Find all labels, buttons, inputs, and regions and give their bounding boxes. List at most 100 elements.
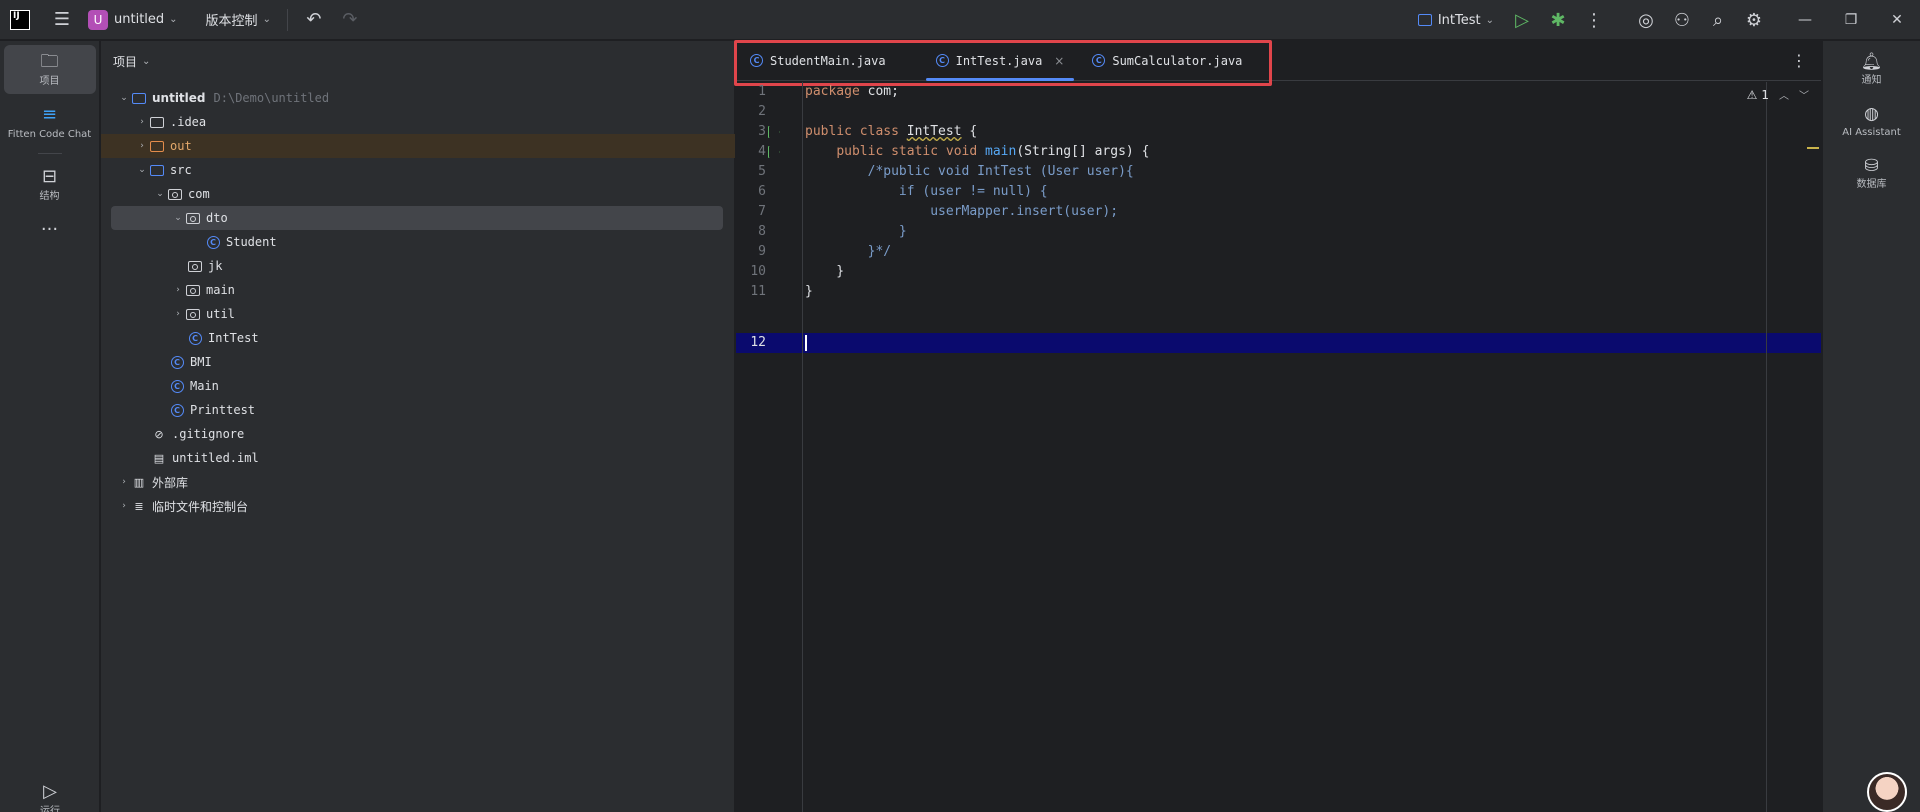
redo-icon[interactable]: ↷ — [332, 4, 368, 36]
expand-arrow-icon[interactable]: ⌄ — [117, 93, 131, 103]
undo-icon[interactable]: ↶ — [296, 4, 332, 36]
scratches-icon: ≣ — [134, 499, 144, 513]
expand-arrow-icon[interactable]: ⌄ — [171, 213, 185, 223]
code-line-7: userMapper.insert(user); — [805, 204, 1119, 219]
package-icon — [187, 259, 203, 273]
tree-item-jk[interactable]: jk — [187, 254, 222, 278]
collapse-arrow-icon[interactable]: › — [135, 117, 149, 127]
tree-item-printtest[interactable]: C Printtest — [169, 398, 255, 422]
code-token: IntTest — [906, 124, 962, 139]
tool-run[interactable]: ▷ 运行 — [4, 775, 96, 812]
tree-item-out[interactable]: › out — [101, 134, 735, 158]
project-panel: 项目 ⌄ ⌄ untitled D:\Demo\untitled › .idea… — [101, 41, 735, 812]
more-actions-icon[interactable]: ⋮ — [1576, 4, 1612, 36]
search-icon[interactable]: ⌕ — [1700, 4, 1736, 36]
tree-item-idea[interactable]: › .idea — [135, 110, 206, 134]
ai-spiral-icon[interactable]: ◎ — [1628, 4, 1664, 36]
tool-fitten-code-chat[interactable]: ≡ Fitten Code Chat — [4, 98, 96, 147]
tree-label: dto — [206, 211, 228, 225]
tree-label: BMI — [190, 355, 212, 369]
collapse-arrow-icon[interactable]: › — [135, 141, 149, 151]
tab-more-icon[interactable]: ⋮ — [1791, 51, 1807, 70]
tree-item-untitled-iml[interactable]: ▤ untitled.iml — [151, 446, 259, 470]
tool-fitten-label: Fitten Code Chat — [7, 129, 92, 140]
warning-scroll-marker[interactable] — [1807, 147, 1819, 149]
tree-item-inttest[interactable]: C IntTest — [187, 326, 259, 350]
collapse-arrow-icon[interactable]: › — [171, 285, 185, 295]
tree-item-dto[interactable]: ⌄ dto — [111, 206, 723, 230]
tree-item-com[interactable]: ⌄ com — [153, 182, 209, 206]
runnable-class-icon: C — [935, 54, 949, 67]
tree-label: src — [170, 163, 192, 177]
collapse-arrow-icon[interactable]: › — [117, 501, 131, 511]
close-window-icon[interactable]: ✕ — [1874, 0, 1920, 40]
run-gutter-icon[interactable] — [768, 126, 780, 138]
inspection-widget[interactable]: ⚠ 1 ︿ ﹀ — [1747, 87, 1809, 103]
run-gutter-icon[interactable] — [768, 146, 780, 158]
tree-item-external-libraries[interactable]: › ▥ 外部库 — [117, 470, 188, 494]
tab-sumcalculator-java[interactable]: C SumCalculator.java — [1078, 41, 1256, 81]
tree-item-scratches[interactable]: › ≣ 临时文件和控制台 — [117, 494, 248, 518]
add-user-icon[interactable]: ⚇ — [1664, 4, 1700, 36]
intellij-logo-icon[interactable]: IJ — [10, 9, 30, 30]
left-tool-strip: 🗀 项目 ≡ Fitten Code Chat ⊟ 结构 ··· ▷ 运行 — [0, 41, 100, 812]
chevron-up-icon[interactable]: ︿ — [1779, 87, 1789, 102]
vcs-widget[interactable]: 版本控制 ⌄ — [198, 6, 279, 34]
tab-inttest-java[interactable]: C IntTest.java × — [922, 41, 1079, 81]
tree-item-gitignore[interactable]: ⊘ .gitignore — [151, 422, 244, 446]
tree-label: IntTest — [208, 331, 259, 345]
chevron-down-icon: ⌄ — [1485, 14, 1494, 26]
class-icon: C — [1092, 54, 1106, 67]
tree-label: Main — [190, 379, 219, 393]
tree-label: main — [206, 283, 235, 297]
tool-divider — [37, 153, 62, 154]
tree-item-bmi[interactable]: C BMI — [169, 350, 212, 374]
tree-item-main-class[interactable]: C Main — [169, 374, 219, 398]
run-config-selector[interactable]: IntTest ⌄ — [1417, 13, 1494, 28]
tree-item-untitled[interactable]: ⌄ untitled D:\Demo\untitled — [117, 86, 329, 110]
tool-more[interactable]: ··· — [4, 213, 96, 247]
tree-item-main[interactable]: › main — [171, 278, 235, 302]
tree-item-student[interactable]: C Student — [205, 230, 277, 254]
code-line-4: public static void main(String[] args) { — [805, 142, 1149, 162]
tree-item-util[interactable]: › util — [171, 302, 235, 326]
ignored-file-icon: ⊘ — [154, 427, 164, 441]
tree-label: .gitignore — [172, 427, 245, 441]
collapse-arrow-icon[interactable]: › — [171, 309, 185, 319]
close-tab-icon[interactable]: × — [1054, 54, 1064, 68]
tree-label: .idea — [170, 115, 207, 129]
run-icon[interactable]: ▷ — [1504, 4, 1540, 36]
chevron-down-icon: ⌄ — [142, 55, 151, 67]
restore-icon[interactable]: ❐ — [1828, 0, 1874, 40]
source-folder-icon — [149, 163, 165, 177]
expand-arrow-icon[interactable]: ⌄ — [153, 189, 167, 199]
tab-label: SumCalculator.java — [1112, 53, 1243, 68]
tool-database-label: 数据库 — [1856, 179, 1887, 190]
excluded-folder-icon — [149, 139, 165, 153]
tool-project[interactable]: 🗀 项目 — [3, 45, 96, 94]
debug-icon[interactable]: ✱ — [1540, 4, 1576, 36]
tab-studentmain-java[interactable]: C StudentMain.java — [736, 41, 900, 81]
code-line-3: public class IntTest { — [805, 122, 977, 142]
tree-item-src[interactable]: ⌄ src — [135, 158, 192, 182]
tool-database[interactable]: ⛁ 数据库 — [1823, 155, 1920, 191]
project-panel-header[interactable]: 项目 ⌄ — [101, 41, 734, 81]
user-avatar[interactable] — [1867, 772, 1907, 812]
settings-gear-icon[interactable]: ⚙ — [1736, 4, 1772, 36]
tree-label: 临时文件和控制台 — [152, 499, 249, 514]
main-menu-icon[interactable]: ☰ — [44, 4, 80, 36]
tool-notifications[interactable]: 🔔︎ 通知 — [1823, 51, 1920, 87]
tool-structure[interactable]: ⊟ 结构 — [4, 160, 96, 209]
minimize-icon[interactable]: — — [1782, 0, 1828, 40]
title-bar: IJ ☰ U untitled ⌄ 版本控制 ⌄ ↶ ↷ IntTest ⌄ ▷… — [0, 0, 1920, 40]
code-line-11: } — [805, 284, 813, 299]
tool-ai-assistant[interactable]: ◍ AI Assistant — [1823, 103, 1920, 139]
collapse-arrow-icon[interactable]: › — [117, 477, 131, 487]
project-widget[interactable]: U untitled ⌄ — [80, 6, 186, 34]
expand-arrow-icon[interactable]: ⌄ — [135, 165, 149, 175]
line-number: 3 — [758, 124, 766, 139]
structure-icon: ⊟ — [41, 166, 58, 187]
tool-project-label: 项目 — [39, 76, 60, 87]
chevron-down-icon[interactable]: ﹀ — [1799, 87, 1809, 102]
